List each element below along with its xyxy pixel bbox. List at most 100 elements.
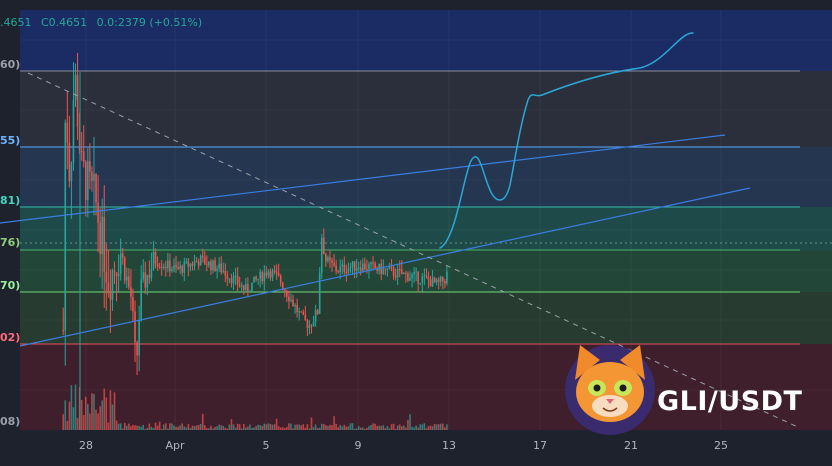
candle-body [82, 151, 85, 163]
volume-bar [347, 426, 350, 430]
volume-bar [208, 428, 210, 430]
candle-body [117, 273, 120, 277]
candle-body [107, 282, 110, 291]
volume-bar [156, 425, 159, 430]
candle-body [234, 275, 237, 277]
volume-bar [403, 425, 405, 430]
candle-body [298, 311, 300, 313]
candle-body [378, 263, 381, 271]
candle-body [359, 267, 362, 271]
candle-body [226, 275, 229, 279]
volume-bar [444, 427, 446, 430]
volume-bar [411, 426, 413, 430]
volume-bar [68, 401, 71, 430]
volume-bar [89, 413, 91, 430]
volume-bar [251, 427, 253, 430]
candle-body [349, 267, 352, 269]
volume-bar [304, 427, 307, 430]
candle-body [158, 266, 161, 268]
ohlc-readout: .4651 C0.4651 0.0:2379 (+0.51%) [0, 16, 208, 29]
candle-body [411, 274, 413, 278]
candle-body [222, 270, 225, 273]
volume-bar [337, 427, 339, 430]
volume-bar [95, 409, 97, 430]
candle-body [361, 263, 364, 271]
candle-body [302, 311, 305, 315]
candle-body [437, 279, 440, 282]
candle-body [396, 268, 399, 278]
candle-body [308, 325, 311, 328]
candle-body [281, 283, 284, 290]
volume-bar [353, 428, 356, 430]
volume-bar [355, 428, 358, 430]
volume-bar [99, 406, 101, 430]
candle-body [261, 271, 264, 282]
volume-bar [138, 425, 140, 430]
candle-body [89, 161, 91, 172]
candle-body [177, 266, 179, 269]
volume-bar [288, 423, 290, 430]
candle-body [119, 253, 122, 274]
volume-bar [214, 427, 216, 430]
candle-body [87, 161, 89, 200]
candle-body [193, 261, 196, 266]
candle-body [68, 142, 71, 182]
volume-bar [300, 425, 303, 430]
candle-body [103, 216, 106, 273]
candle-body [421, 276, 424, 284]
candle-body [331, 260, 333, 264]
candle-body [439, 276, 442, 282]
candle-body [320, 237, 323, 273]
volume-bar [134, 425, 136, 430]
volume-bar [228, 424, 231, 430]
volume-bar [249, 424, 251, 430]
cat-pupil [619, 384, 627, 392]
candle-body [343, 264, 346, 273]
volume-bar [265, 424, 268, 430]
candle-body [294, 304, 296, 307]
candle-body [74, 74, 77, 101]
candle-body [374, 263, 376, 269]
candle-body [310, 325, 313, 327]
candle-body [191, 263, 194, 266]
change-value: 0.0:2379 (+0.51%) [96, 16, 203, 29]
candle-body [121, 253, 124, 258]
candle-body [277, 273, 280, 276]
candle-body [400, 269, 403, 275]
candle-body [230, 278, 233, 284]
volume-bar [255, 426, 257, 430]
candle-body [345, 272, 348, 274]
candle-body [333, 263, 335, 266]
candle-body [240, 285, 243, 287]
close-value: C0.4651 [41, 16, 88, 29]
volume-bar [339, 424, 342, 430]
volume-bar [429, 425, 432, 430]
candle-body [386, 268, 389, 270]
volume-bar [82, 415, 85, 430]
volume-bar [181, 423, 184, 430]
volume-bar [109, 390, 112, 430]
candle-body [357, 267, 360, 269]
volume-bar [394, 428, 397, 430]
candle-body [126, 276, 128, 281]
volume-bar [148, 423, 151, 430]
x-tick: 28 [79, 439, 93, 452]
candle-body [431, 277, 434, 287]
candle-body [273, 270, 276, 272]
volume-bar [279, 427, 282, 430]
candle-body [279, 275, 282, 284]
volume-bar [431, 426, 434, 430]
volume-bar [349, 423, 352, 430]
candle-body [314, 310, 317, 322]
candle-body [232, 275, 235, 284]
volume-bar [199, 423, 202, 430]
volume-bar [425, 428, 428, 430]
volume-bar [366, 427, 368, 430]
candle-body [427, 276, 430, 280]
candle-body [185, 261, 188, 263]
volume-bar [238, 424, 241, 430]
candle-body [249, 291, 251, 293]
volume-bar [341, 426, 344, 430]
candle-body [66, 122, 69, 143]
candle-body [327, 257, 329, 262]
